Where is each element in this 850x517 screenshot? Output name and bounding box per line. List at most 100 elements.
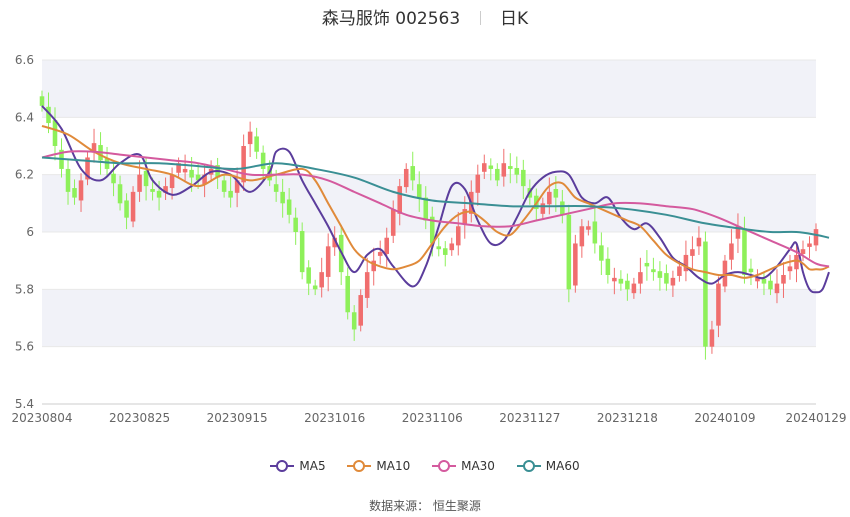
legend-label-ma60: MA60 [545,459,580,473]
source-label: 数据来源： [369,499,430,513]
candle-body [377,252,383,256]
candle-body [72,188,77,198]
candle [748,258,754,286]
candle-body [566,214,572,290]
candle-body [521,169,526,187]
candle-body [618,278,624,284]
candle-body [560,201,565,215]
candle [247,121,253,157]
candle-body [742,228,747,275]
candle [690,236,695,271]
legend: MA5 MA10 MA30 MA60 [0,459,850,475]
candle-body [690,249,695,256]
candle-body [111,173,116,184]
y-tick-label: 5.6 [15,340,34,354]
candle-body [605,258,611,275]
candle-body [586,226,591,230]
candle [807,236,812,259]
candle [345,267,350,320]
x-tick-label: 20231016 [304,411,365,425]
y-tick-label: 6.6 [15,53,34,67]
candle [800,240,806,262]
candle [638,257,643,294]
candle-body [78,180,84,201]
candle [644,250,650,281]
candle-body [306,267,311,284]
candle-body [761,278,767,284]
y-tick-label: 6.4 [15,110,34,124]
candle-body [228,190,233,198]
legend-marker-ma10 [347,460,372,472]
candle-body [612,277,617,282]
candle-body [573,243,578,286]
x-tick-label: 20230804 [11,411,72,425]
candle-body [709,329,715,347]
candle [729,229,734,270]
candle-body [319,272,324,288]
y-axis: 5.4 5.6 5.8 6 6.2 6.4 6.6 [15,53,34,411]
y-tick-label: 5.4 [15,397,34,411]
candle-body [599,245,604,261]
candle-body [124,200,129,218]
candle-body [644,262,650,267]
x-tick-label: 20240129 [785,411,846,425]
candle-body [358,295,363,326]
y-tick-label: 5.8 [15,282,34,296]
candle [605,247,611,284]
x-tick-label: 20230915 [207,411,268,425]
candle-body [150,189,155,192]
x-tick-label: 20230825 [109,411,170,425]
candle-body [156,190,162,198]
legend-item-ma10[interactable]: MA10 [347,459,410,473]
candle [755,269,760,289]
candle [130,186,136,228]
candle-body [345,275,350,313]
legend-item-ma5[interactable]: MA5 [270,459,326,473]
legend-label-ma5: MA5 [299,459,326,473]
band [42,174,816,232]
candle-body [52,120,58,146]
candle-body [273,184,279,192]
candle-body [651,269,656,273]
x-axis: 20230804 20230825 20230915 20231016 20231106… [11,403,847,425]
candle [657,261,663,291]
candle-body [781,275,786,284]
candle-body [390,209,396,236]
x-tick-label: 20231106 [402,411,463,425]
candle-body [260,152,266,169]
candle-body [501,163,507,177]
candle-body [293,217,298,232]
candle-body [495,168,500,181]
candle [787,254,793,280]
candle-body [182,168,188,173]
candle-body [482,163,487,172]
candle [358,289,363,332]
source-name: 恒生聚源 [432,499,481,513]
candle-body [65,168,71,192]
candle-body [221,180,227,192]
candle-body [540,203,546,214]
legend-item-ma30[interactable]: MA30 [432,459,495,473]
candle-body [547,191,552,205]
candle-body [800,249,806,254]
legend-item-ma60[interactable]: MA60 [516,459,580,473]
candle-body [299,231,305,273]
candle-body [657,271,663,278]
candle-body [104,158,110,169]
candle [436,237,442,257]
band [42,60,816,118]
candle [703,231,708,360]
candlestick-chart: 5.45.65.866.26.46.6 20230804 20230825 2023… [11,53,847,425]
candle-body [416,184,422,198]
candle-body [410,166,416,181]
candle-body [189,169,194,178]
candle-body [455,226,461,246]
candle [651,257,656,281]
candle-body [488,165,494,169]
candle-body [241,146,246,183]
candle-body [592,221,598,244]
candle-body [553,189,559,198]
candle-body [351,312,357,330]
candle [599,232,604,275]
candle-body [280,191,285,204]
